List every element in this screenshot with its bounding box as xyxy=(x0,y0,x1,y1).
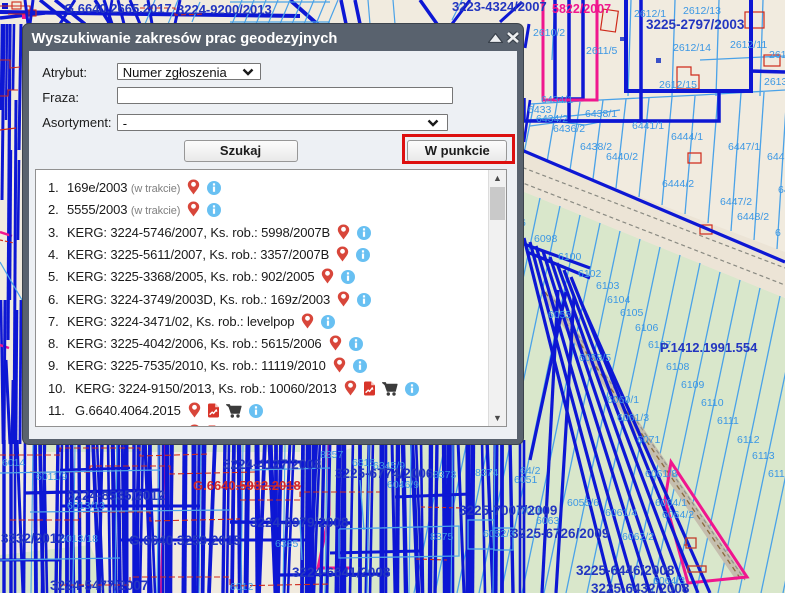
svg-text:6113: 6113 xyxy=(752,450,775,462)
svg-text:6012: 6012 xyxy=(230,581,254,593)
svg-text:2612/11: 2612/11 xyxy=(730,39,767,51)
svg-text:5822/2007: 5822/2007 xyxy=(552,2,611,16)
svg-text:2612/13: 2612/13 xyxy=(683,5,721,17)
svg-text:3224-6641/2008: 3224-6641/2008 xyxy=(292,565,391,580)
svg-text:8374: 8374 xyxy=(475,467,499,479)
svg-text:6444/1: 6444/1 xyxy=(671,131,703,143)
svg-text:6434/1: 6434/1 xyxy=(541,94,573,106)
svg-text:2611/5: 2611/5 xyxy=(586,45,617,57)
svg-text:6071: 6071 xyxy=(637,434,661,446)
svg-text:6062/2: 6062/2 xyxy=(622,531,654,543)
svg-text:644: 644 xyxy=(778,184,785,196)
svg-text:6385: 6385 xyxy=(275,538,299,550)
svg-text:6100: 6100 xyxy=(558,251,582,263)
svg-text:6436/2: 6436/2 xyxy=(553,123,585,135)
svg-text:3225-6432/2008: 3225-6432/2008 xyxy=(591,581,690,593)
svg-text:6108: 6108 xyxy=(666,361,690,373)
svg-text:3224-6979/2008: 3224-6979/2008 xyxy=(250,515,349,530)
svg-text:3225-7007/2009: 3225-7007/2009 xyxy=(459,503,557,518)
svg-text:6106: 6106 xyxy=(635,322,659,334)
svg-text:6061/4: 6061/4 xyxy=(605,507,637,519)
svg-text:6064/2: 6064/2 xyxy=(662,509,694,521)
svg-text:6105: 6105 xyxy=(620,307,644,319)
svg-text:6112: 6112 xyxy=(737,434,760,446)
svg-text:6109: 6109 xyxy=(681,379,705,391)
svg-text:8373: 8373 xyxy=(433,469,457,481)
svg-text:6438/1: 6438/1 xyxy=(585,108,617,120)
svg-text:2612/15: 2612/15 xyxy=(659,79,697,91)
svg-text:6111: 6111 xyxy=(717,415,739,427)
svg-text:6060/1: 6060/1 xyxy=(607,394,639,406)
svg-text:6447/2: 6447/2 xyxy=(720,196,752,208)
svg-text:6011/9: 6011/9 xyxy=(36,471,67,483)
svg-text:6110: 6110 xyxy=(701,397,724,409)
svg-text:3332/2012: 3332/2012 xyxy=(1,531,65,546)
svg-text:2613: 2613 xyxy=(769,49,785,61)
svg-text:3225-2797/2003: 3225-2797/2003 xyxy=(646,17,745,32)
svg-text:8357: 8357 xyxy=(320,449,344,461)
svg-text:6444/2: 6444/2 xyxy=(662,178,694,190)
svg-text:6064/1: 6064/1 xyxy=(655,497,687,509)
svg-text:2612/14: 2612/14 xyxy=(673,42,711,54)
svg-text:G.6640.3259.2015: G.6640.3259.2015 xyxy=(129,533,241,548)
svg-text:6055: 6055 xyxy=(548,309,572,321)
svg-text:6061/3: 6061/3 xyxy=(617,412,649,424)
svg-text:6102: 6102 xyxy=(578,268,602,280)
svg-text:6013/18: 6013/18 xyxy=(60,533,98,545)
svg-text:6447/1: 6447/1 xyxy=(728,141,760,153)
svg-text:3224-8535/2012: 3224-8535/2012 xyxy=(67,488,165,503)
svg-text:3224-4127/2008: 3224-4127/2008 xyxy=(223,457,322,472)
svg-text:3225-6726/2009: 3225-6726/2009 xyxy=(511,526,609,541)
svg-text:3224-5477/2007: 3224-5477/2007 xyxy=(50,578,148,593)
svg-text:6104: 6104 xyxy=(607,294,631,306)
svg-text:P.1412.1991.554: P.1412.1991.554 xyxy=(660,340,758,355)
svg-text:6440/2: 6440/2 xyxy=(606,151,638,163)
svg-text:6114: 6114 xyxy=(768,468,785,480)
svg-text:6061/8: 6061/8 xyxy=(645,468,677,480)
svg-text:3225-6774/2006: 3225-6774/2006 xyxy=(335,466,434,481)
svg-text:6441/1: 6441/1 xyxy=(632,120,664,132)
svg-text:6098: 6098 xyxy=(534,233,558,245)
svg-text:2610/2: 2610/2 xyxy=(533,27,565,39)
svg-text:3224-9200/2013: 3224-9200/2013 xyxy=(177,2,272,17)
svg-text:6058/5: 6058/5 xyxy=(579,352,611,364)
svg-text:6051: 6051 xyxy=(514,474,538,486)
svg-text:2613: 2613 xyxy=(764,76,785,88)
svg-text:G.6640.2665.2017: G.6640.2665.2017 xyxy=(64,1,172,16)
svg-text:3223-4324/2007: 3223-4324/2007 xyxy=(452,0,547,14)
svg-text:8375: 8375 xyxy=(430,531,454,543)
svg-text:6055/6: 6055/6 xyxy=(567,497,599,509)
svg-text:6014: 6014 xyxy=(2,457,26,469)
svg-text:6: 6 xyxy=(775,227,781,239)
svg-text:6449: 6449 xyxy=(767,151,785,163)
svg-text:6448/2: 6448/2 xyxy=(737,211,769,223)
svg-text:3225-6446/2008: 3225-6446/2008 xyxy=(576,563,675,578)
svg-text:6103: 6103 xyxy=(596,280,620,292)
